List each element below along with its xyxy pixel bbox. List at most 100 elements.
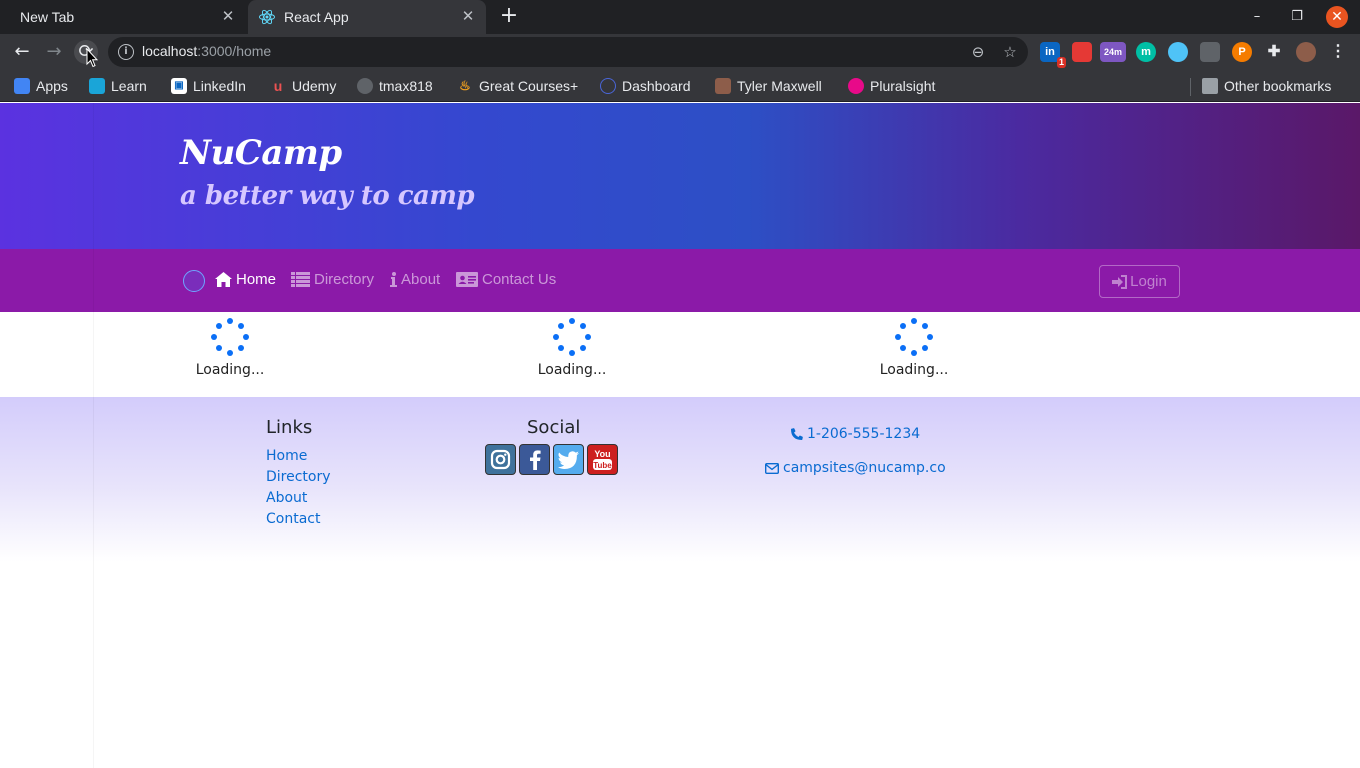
- flame-icon: ♨: [459, 78, 471, 93]
- profile-avatar-icon[interactable]: [1296, 42, 1316, 62]
- site-subtitle: a better way to camp: [180, 181, 475, 211]
- list-icon: [291, 272, 310, 287]
- spinner-dot: [895, 334, 901, 340]
- spinner-dot: [211, 334, 217, 340]
- apps-grid-icon: [14, 78, 30, 94]
- folder-icon: [1202, 78, 1218, 94]
- back-icon[interactable]: ←: [10, 40, 34, 64]
- bookmark-apps[interactable]: Apps: [14, 76, 68, 96]
- loading-text: Loading...: [537, 362, 607, 378]
- loading-indicator: Loading...: [537, 316, 607, 378]
- url-text[interactable]: localhost:3000/home: [142, 43, 271, 59]
- red-extension-icon[interactable]: [1072, 42, 1092, 62]
- site-info-icon[interactable]: i: [118, 44, 134, 60]
- page-divider: [93, 103, 94, 768]
- footer-link-home[interactable]: Home: [266, 448, 307, 464]
- bookmarks-divider: [1190, 78, 1191, 96]
- svg-text:You: You: [594, 449, 610, 459]
- linkedin-icon: ▣: [171, 78, 187, 94]
- info-icon: [390, 272, 397, 287]
- timer-extension-icon[interactable]: 24m: [1100, 42, 1126, 62]
- puzzle-extensions-icon[interactable]: ✚: [1264, 42, 1284, 62]
- spinner-dot: [238, 322, 245, 329]
- facebook-icon[interactable]: [519, 444, 550, 475]
- loading-indicator: Loading...: [195, 316, 265, 378]
- spinner-icon: [551, 316, 593, 358]
- instagram-icon[interactable]: [485, 444, 516, 475]
- nav-about[interactable]: About: [390, 271, 440, 288]
- loading-row: Loading... Loading... Loading...: [0, 312, 1360, 397]
- jumbotron: NuCamp a better way to camp: [0, 103, 1360, 249]
- bookmark-dashboard[interactable]: Dashboard: [600, 76, 691, 96]
- close-icon[interactable]: ✕: [220, 9, 236, 25]
- bookmark-udemy[interactable]: u Udemy: [270, 76, 337, 96]
- spinner-dot: [911, 350, 917, 356]
- email-link[interactable]: campsites@nucamp.co: [765, 460, 946, 476]
- social-heading: Social: [527, 417, 581, 438]
- spinner-dot: [580, 345, 587, 352]
- bookmarks-bar: Apps Learn ▣ LinkedIn u Udemy tmax818 ♨ Gre…: [0, 70, 1360, 102]
- nucamp-logo-icon[interactable]: [183, 270, 205, 292]
- bookmark-learn[interactable]: Learn: [89, 76, 147, 96]
- loading-indicator: Loading...: [879, 316, 949, 378]
- nav-directory[interactable]: Directory: [291, 271, 374, 288]
- spinner-dot: [911, 318, 917, 324]
- spinner-dot: [899, 345, 906, 352]
- bookmark-tyler-maxwell[interactable]: Tyler Maxwell: [715, 76, 822, 96]
- spinner-dot: [569, 350, 575, 356]
- bookmark-linkedin[interactable]: ▣ LinkedIn: [171, 76, 246, 96]
- phone-link[interactable]: 1-206-555-1234: [791, 426, 920, 442]
- page-content: NuCamp a better way to camp Home Directo…: [0, 103, 1360, 768]
- spinner-dot: [922, 322, 929, 329]
- bookmark-star-icon[interactable]: ☆: [1000, 42, 1020, 62]
- nav-home[interactable]: Home: [215, 271, 276, 288]
- sign-in-icon: [1112, 274, 1128, 289]
- footer-link-contact[interactable]: Contact: [266, 511, 320, 527]
- tab-new-tab[interactable]: New Tab ✕: [8, 0, 246, 34]
- browser-toolbar: ← → ⟳ i localhost:3000/home ⊖ ☆ in 1 24m …: [0, 34, 1360, 70]
- p-extension-icon[interactable]: P: [1232, 42, 1252, 62]
- envelope-icon: [765, 462, 779, 474]
- window-close-icon[interactable]: ✕: [1326, 6, 1348, 28]
- github-icon: [357, 78, 373, 94]
- tab-react-app[interactable]: React App ✕: [248, 0, 486, 34]
- spinner-dot: [585, 334, 591, 340]
- nav-contact-us[interactable]: Contact Us: [456, 271, 556, 288]
- other-bookmarks[interactable]: Other bookmarks: [1202, 76, 1331, 96]
- m-extension-icon[interactable]: m: [1136, 42, 1156, 62]
- minimize-icon[interactable]: –: [1246, 7, 1268, 27]
- spinner-dot: [553, 334, 559, 340]
- linkedin-extension-icon[interactable]: in 1: [1040, 42, 1066, 68]
- spinner-dot: [927, 334, 933, 340]
- menu-dots-icon[interactable]: ⋮: [1328, 42, 1348, 62]
- address-bar[interactable]: i localhost:3000/home ⊖ ☆: [108, 37, 1028, 67]
- spinner-dot: [899, 322, 906, 329]
- spinner-dot: [569, 318, 575, 324]
- spinner-icon: [209, 316, 251, 358]
- udemy-icon: u: [273, 78, 283, 94]
- camera-extension-icon[interactable]: [1200, 42, 1220, 62]
- restore-icon[interactable]: ❐: [1286, 7, 1308, 27]
- forward-icon[interactable]: →: [42, 40, 66, 64]
- site-title: NuCamp: [180, 133, 342, 173]
- spinner-dot: [922, 345, 929, 352]
- spinner-dot: [238, 345, 245, 352]
- bookmark-pluralsight[interactable]: Pluralsight: [848, 76, 935, 96]
- twitter-icon[interactable]: [553, 444, 584, 475]
- bookmark-tmax818[interactable]: tmax818: [357, 76, 433, 96]
- youtube-icon[interactable]: You Tube: [587, 444, 618, 475]
- new-tab-button[interactable]: +: [498, 5, 520, 27]
- spinner-dot: [227, 318, 233, 324]
- spinner-dot: [215, 345, 222, 352]
- links-heading: Links: [266, 417, 313, 438]
- footer-link-about[interactable]: About: [266, 490, 307, 506]
- footer-link-directory[interactable]: Directory: [266, 469, 331, 485]
- v-extension-icon[interactable]: [1168, 42, 1188, 62]
- home-icon: [215, 272, 232, 287]
- loading-text: Loading...: [195, 362, 265, 378]
- zoom-icon[interactable]: ⊖: [968, 42, 988, 62]
- close-icon[interactable]: ✕: [460, 9, 476, 25]
- login-button[interactable]: Login: [1099, 265, 1180, 298]
- bookmark-great-courses[interactable]: ♨ Great Courses+: [457, 76, 578, 96]
- tab-title: New Tab: [20, 9, 75, 25]
